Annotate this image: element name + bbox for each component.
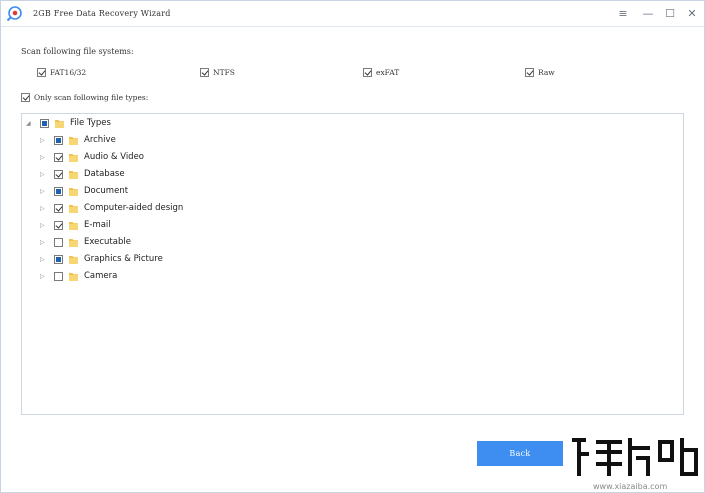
tree-label: E-mail bbox=[84, 220, 111, 230]
maximize-icon[interactable]: ☐ bbox=[662, 6, 678, 22]
filesystem-option-raw[interactable]: Raw bbox=[525, 67, 575, 78]
only-file-types-option[interactable]: Only scan following file types: bbox=[21, 92, 221, 103]
expand-arrow-icon[interactable]: ▷ bbox=[40, 171, 48, 179]
filesystem-option-ntfs[interactable]: NTFS bbox=[200, 67, 260, 78]
expand-arrow-icon[interactable]: ▷ bbox=[40, 154, 48, 162]
folder-icon bbox=[69, 171, 78, 179]
app-window: 2GB Free Data Recovery Wizard ≡ — ☐ ✕ Sc… bbox=[0, 0, 705, 493]
expand-arrow-icon[interactable]: ▷ bbox=[40, 222, 48, 230]
folder-icon bbox=[69, 205, 78, 213]
expand-arrow-icon[interactable]: ▷ bbox=[40, 239, 48, 247]
checkbox[interactable] bbox=[54, 204, 63, 213]
expand-arrow-icon[interactable]: ▷ bbox=[40, 137, 48, 145]
folder-icon bbox=[69, 239, 78, 247]
checkbox[interactable] bbox=[54, 153, 63, 162]
tree-item-audio-video[interactable]: ▷ Audio & Video bbox=[40, 150, 340, 166]
checkbox[interactable] bbox=[54, 255, 63, 264]
tree-item-document[interactable]: ▷ Document bbox=[40, 184, 340, 200]
menu-icon[interactable]: ≡ bbox=[615, 6, 631, 22]
expand-arrow-icon[interactable]: ▷ bbox=[40, 205, 48, 213]
tree-item-database[interactable]: ▷ Database bbox=[40, 167, 340, 183]
folder-icon bbox=[69, 137, 78, 145]
file-types-tree: ◢ File Types ▷ Archive ▷ Audio & Video ▷… bbox=[21, 113, 684, 415]
filesystems-label: Scan following file systems: bbox=[21, 47, 134, 56]
folder-icon bbox=[55, 120, 64, 128]
filesystem-label: exFAT bbox=[376, 68, 400, 77]
tree-item-archive[interactable]: ▷ Archive bbox=[40, 133, 340, 149]
expand-arrow-icon[interactable]: ▷ bbox=[40, 256, 48, 264]
folder-icon bbox=[69, 256, 78, 264]
tree-label: Executable bbox=[84, 237, 131, 247]
checkbox[interactable] bbox=[525, 68, 534, 77]
checkbox[interactable] bbox=[37, 68, 46, 77]
checkbox[interactable] bbox=[363, 68, 372, 77]
only-file-types-label: Only scan following file types: bbox=[34, 93, 149, 102]
checkbox[interactable] bbox=[54, 238, 63, 247]
app-logo-icon bbox=[6, 6, 22, 22]
checkbox[interactable] bbox=[54, 221, 63, 230]
expand-arrow-icon[interactable]: ▷ bbox=[40, 273, 48, 281]
filesystem-option-exfat[interactable]: exFAT bbox=[363, 67, 423, 78]
tree-item-camera[interactable]: ▷ Camera bbox=[40, 269, 340, 285]
tree-root-file-types[interactable]: ◢ File Types bbox=[26, 116, 326, 132]
tree-label: Database bbox=[84, 169, 125, 179]
filesystem-label: FAT16/32 bbox=[50, 68, 87, 77]
expand-arrow-icon[interactable]: ▷ bbox=[40, 188, 48, 196]
folder-icon bbox=[69, 273, 78, 281]
filesystem-option-fat[interactable]: FAT16/32 bbox=[37, 67, 117, 78]
tree-label: File Types bbox=[70, 118, 111, 128]
checkbox[interactable] bbox=[200, 68, 209, 77]
checkbox[interactable] bbox=[21, 93, 30, 102]
tree-item-email[interactable]: ▷ E-mail bbox=[40, 218, 340, 234]
close-icon[interactable]: ✕ bbox=[684, 6, 700, 22]
tree-label: Archive bbox=[84, 135, 116, 145]
tree-label: Audio & Video bbox=[84, 152, 145, 162]
tree-label: Computer-aided design bbox=[84, 203, 184, 213]
tree-item-computer-aided-design[interactable]: ▷ Computer-aided design bbox=[40, 201, 340, 217]
checkbox[interactable] bbox=[40, 119, 49, 128]
collapse-arrow-icon[interactable]: ◢ bbox=[26, 120, 34, 128]
folder-icon bbox=[69, 222, 78, 230]
folder-icon bbox=[69, 188, 78, 196]
folder-icon bbox=[69, 154, 78, 162]
tree-label: Graphics & Picture bbox=[84, 254, 163, 264]
title-bar: 2GB Free Data Recovery Wizard ≡ — ☐ ✕ bbox=[1, 1, 704, 27]
checkbox[interactable] bbox=[54, 170, 63, 179]
tree-label: Camera bbox=[84, 271, 118, 281]
tree-item-executable[interactable]: ▷ Executable bbox=[40, 235, 340, 251]
checkbox[interactable] bbox=[54, 272, 63, 281]
back-button[interactable]: Back bbox=[477, 441, 563, 466]
checkbox[interactable] bbox=[54, 187, 63, 196]
filesystem-label: NTFS bbox=[213, 68, 235, 77]
tree-label: Document bbox=[84, 186, 129, 196]
minimize-icon[interactable]: — bbox=[640, 6, 656, 22]
tree-item-graphics-picture[interactable]: ▷ Graphics & Picture bbox=[40, 252, 340, 268]
filesystem-label: Raw bbox=[538, 68, 555, 77]
window-title: 2GB Free Data Recovery Wizard bbox=[33, 9, 171, 18]
watermark-text: www.xiazaiba.com bbox=[593, 482, 668, 491]
checkbox[interactable] bbox=[54, 136, 63, 145]
